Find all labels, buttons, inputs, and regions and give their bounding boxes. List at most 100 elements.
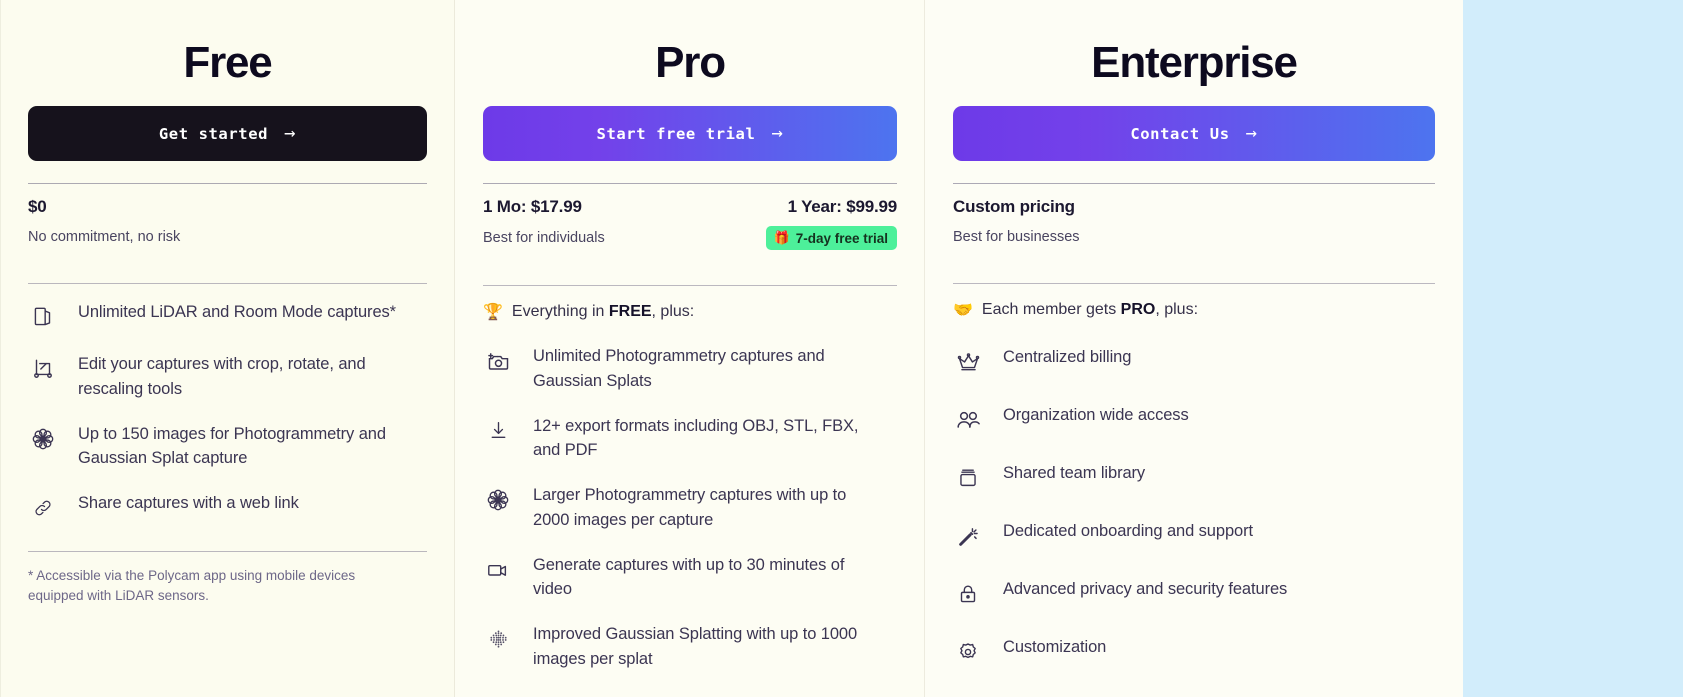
right-background-panel <box>1463 0 1683 697</box>
feature-item: Larger Photogrammetry captures with up t… <box>483 473 897 543</box>
price-subtitle: Best for individuals <box>483 230 605 247</box>
feature-item: Edit your captures with crop, rotate, an… <box>28 342 427 412</box>
heading-plan-name: PRO <box>1120 301 1156 319</box>
price-row: 1 Mo: $17.99 1 Year: $99.99 <box>483 197 897 217</box>
features-heading-text: Each member gets PRO, plus: <box>982 301 1198 319</box>
feature-item: Centralized billing <box>953 332 1435 390</box>
price-subtitle: Best for businesses <box>953 229 1080 246</box>
plan-title-pro: Pro <box>655 38 726 87</box>
feature-text: Edit your captures with crop, rotate, an… <box>78 355 366 398</box>
heading-suffix: , plus: <box>1155 301 1199 319</box>
feature-text: Generate captures with up to 30 minutes … <box>533 555 845 599</box>
feature-text: 12+ export formats including OBJ, STL, F… <box>533 416 859 460</box>
cta-label: Get started <box>158 124 269 143</box>
heading-suffix: , plus: <box>651 303 695 321</box>
plan-title-free: Free <box>183 38 272 87</box>
price-block: Custom pricing Best for businesses <box>953 184 1435 261</box>
cta-label: Start free trial <box>596 124 756 143</box>
feature-item: Share captures with a web link <box>28 481 427 533</box>
arrow-right-icon: → <box>284 122 297 145</box>
features-heading-text: Everything in FREE, plus: <box>512 303 694 321</box>
feature-text: Share captures with a web link <box>78 494 299 513</box>
camera-plus-icon <box>483 346 513 376</box>
link-icon <box>28 493 58 523</box>
price-block: $0 No commitment, no risk <box>28 184 427 261</box>
gift-icon: 🎁 <box>773 230 790 246</box>
price-row: Custom pricing <box>953 197 1435 217</box>
crown-icon <box>953 347 983 377</box>
price-primary: Custom pricing <box>953 197 1075 217</box>
divider-features <box>28 283 427 285</box>
magic-wand-icon <box>953 521 983 551</box>
feature-item: Organization wide access <box>953 390 1435 448</box>
feature-text: Organization wide access <box>1003 406 1189 425</box>
price-sub-row: Best for individuals 🎁 7-day free trial <box>483 226 897 251</box>
lock-icon <box>953 579 983 609</box>
trial-badge-label: 7-day free trial <box>795 230 888 246</box>
heading-prefix: Everything in <box>511 303 609 321</box>
features-list: Centralized billing Organization wide acc… <box>953 324 1435 680</box>
splat-flower-icon <box>28 424 58 454</box>
heading-plan-name: FREE <box>608 303 652 321</box>
divider-top <box>953 183 1435 185</box>
gear-icon <box>953 637 983 667</box>
pricing-page: Free Get started → $0 No commitment, no risk… <box>0 0 1683 697</box>
archive-box-icon <box>953 463 983 493</box>
heading-prefix: Each member gets <box>981 301 1121 319</box>
cube-icon <box>28 302 58 332</box>
feature-item: 12+ export formats including OBJ, STL, F… <box>483 404 897 474</box>
feature-text: Dedicated onboarding and support <box>1003 522 1253 541</box>
feature-item: Dedicated onboarding and support <box>953 506 1435 564</box>
price-row: $0 <box>28 197 427 217</box>
pricing-cards-container: Free Get started → $0 No commitment, no risk… <box>0 0 1463 697</box>
feature-text: Unlimited Photogrammetry captures and Ga… <box>533 347 825 390</box>
feature-text: Improved Gaussian Splatting with up to 1… <box>533 625 858 668</box>
cta-button-free[interactable]: Get started → <box>28 106 427 162</box>
features-heading: 🏆 Everything in FREE, plus: <box>483 286 897 326</box>
feature-item: Improved Gaussian Splatting with up to 1… <box>483 612 897 682</box>
price-sub-row: No commitment, no risk <box>28 226 427 248</box>
feature-text: Up to 150 images for Photogrammetry and … <box>78 424 386 468</box>
handshake-icon: 🤝 <box>953 302 973 320</box>
trial-badge: 🎁 7-day free trial <box>765 226 897 251</box>
divider-top <box>483 183 897 185</box>
divider-top <box>28 183 427 185</box>
price-primary: $0 <box>28 197 47 217</box>
feature-item: Unlimited LiDAR and Room Mode captures* <box>28 290 427 342</box>
footnote-text: * Accessible via the Polycam app using m… <box>28 568 356 603</box>
divider-features <box>953 283 1435 285</box>
price-block: 1 Mo: $17.99 1 Year: $99.99 Best for indiv… <box>483 184 897 263</box>
pricing-card-pro: Pro Start free trial → 1 Mo: $17.99 1 Year: … <box>455 0 925 697</box>
point-cloud-icon <box>483 624 513 654</box>
features-heading: 🤝 Each member gets PRO, plus: <box>953 284 1435 324</box>
splat-flower-icon <box>483 485 513 515</box>
arrow-right-icon: → <box>771 122 784 145</box>
feature-item: Unlimited Photogrammetry captures and Ga… <box>483 334 897 404</box>
people-icon <box>953 405 983 435</box>
video-camera-icon <box>483 555 513 585</box>
feature-text: Centralized billing <box>1003 348 1132 367</box>
feature-text: Advanced privacy and security features <box>1003 580 1288 599</box>
trophy-icon: 🏆 <box>483 304 503 322</box>
cta-button-enterprise[interactable]: Contact Us → <box>953 106 1435 162</box>
arrow-right-icon: → <box>1245 122 1258 145</box>
features-list: Unlimited Photogrammetry captures and Ga… <box>483 326 897 682</box>
divider-features <box>483 285 897 287</box>
feature-text: Customization <box>1003 638 1107 657</box>
price-secondary: 1 Year: $99.99 <box>787 197 898 217</box>
plan-title-enterprise: Enterprise <box>1091 38 1298 87</box>
feature-text: Unlimited LiDAR and Room Mode captures* <box>78 303 396 322</box>
divider-footnote <box>28 551 427 553</box>
feature-text: Larger Photogrammetry captures with up t… <box>533 486 847 529</box>
features-list: Unlimited LiDAR and Room Mode captures* E… <box>28 284 427 533</box>
feature-item: Shared team library <box>953 448 1435 506</box>
download-icon <box>483 416 513 446</box>
feature-text: Shared team library <box>1003 464 1146 483</box>
price-subtitle: No commitment, no risk <box>28 229 181 246</box>
cta-button-pro[interactable]: Start free trial → <box>483 106 897 162</box>
price-sub-row: Best for businesses <box>953 226 1435 248</box>
price-primary: 1 Mo: $17.99 <box>483 197 582 217</box>
feature-item: Up to 150 images for Photogrammetry and … <box>28 412 427 482</box>
pricing-card-enterprise: Enterprise Contact Us → Custom pricing Best … <box>925 0 1463 697</box>
feature-item: Customization <box>953 622 1435 680</box>
